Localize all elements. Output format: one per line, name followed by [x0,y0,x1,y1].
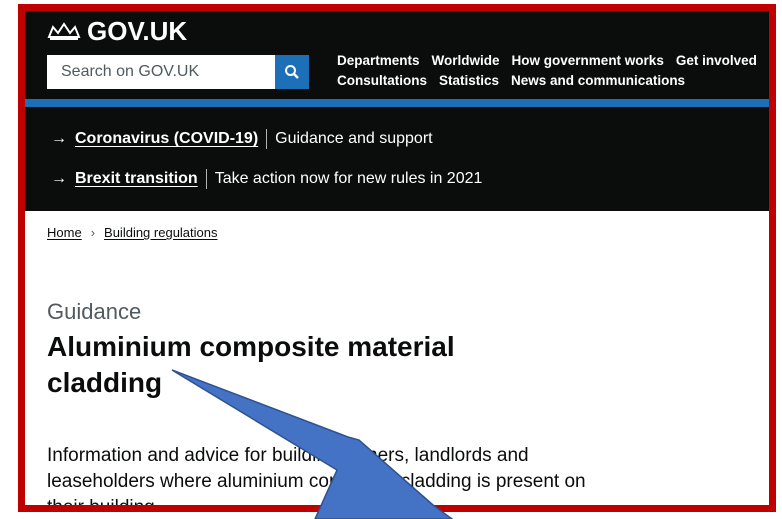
nav-row-1: Departments Worldwide How government wor… [337,53,769,68]
site-header: GOV.UK Search on GOV.UK Departments Worl… [25,11,769,99]
search-icon [285,65,299,79]
govuk-logo[interactable]: GOV.UK [47,15,188,46]
nav-departments[interactable]: Departments [337,53,420,68]
divider [205,169,207,189]
screenshot-frame: GOV.UK Search on GOV.UK Departments Worl… [18,4,776,512]
search-input[interactable]: Search on GOV.UK [47,55,275,89]
page-title: Aluminium composite material cladding [47,331,455,398]
logo-text: GOV.UK [87,15,188,46]
covid-banner-row: → Coronavirus (COVID-19) Guidance and su… [51,129,433,149]
search-button[interactable] [275,55,309,89]
divider [266,129,268,149]
nav-worldwide[interactable]: Worldwide [432,53,500,68]
nav-get-involved[interactable]: Get involved [676,53,757,68]
nav-consultations[interactable]: Consultations [337,73,427,88]
breadcrumb-home[interactable]: Home [47,225,82,240]
arrow-right-icon: → [51,170,67,187]
breadcrumb: Home › Building regulations [47,225,218,240]
brexit-banner-row: → Brexit transition Take action now for … [51,169,482,189]
search-box: Search on GOV.UK [47,55,309,89]
arrow-right-icon: → [51,130,67,147]
brexit-link[interactable]: Brexit transition [75,170,198,188]
brexit-text: Take action now for new rules in 2021 [214,170,483,187]
nav-news-and-communications[interactable]: News and communications [511,73,685,88]
crown-icon [47,22,81,40]
nav-statistics[interactable]: Statistics [439,73,499,88]
page-caption: Guidance [47,299,142,324]
chevron-right-icon: › [90,225,96,240]
breadcrumb-building-regulations[interactable]: Building regulations [104,225,217,240]
header-blue-bar [25,99,769,107]
emergency-banner: → Coronavirus (COVID-19) Guidance and su… [25,107,769,211]
covid-text: Guidance and support [275,130,433,147]
page-description: Information and advice for building owne… [47,445,586,512]
nav-how-government-works[interactable]: How government works [512,53,664,68]
covid-link[interactable]: Coronavirus (COVID-19) [75,130,258,148]
nav-row-2: Consultations Statistics News and commun… [337,73,769,88]
main-nav: Departments Worldwide How government wor… [337,53,769,93]
